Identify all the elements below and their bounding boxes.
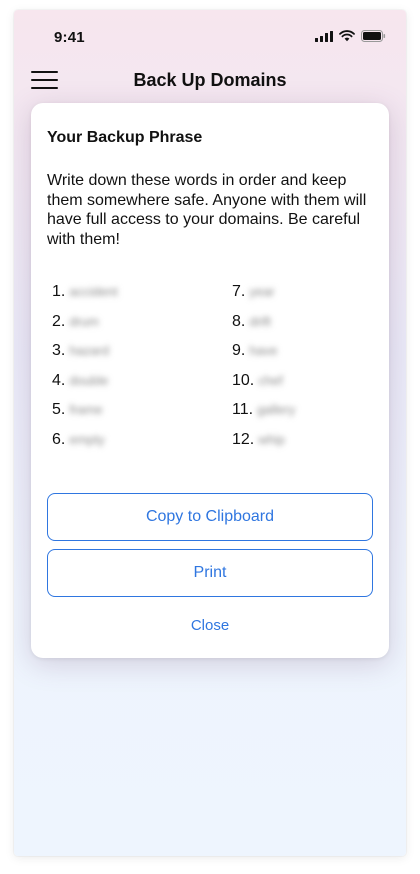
word-number: 5. bbox=[52, 401, 66, 418]
phrase-word: 9. have bbox=[232, 342, 295, 372]
word-number: 4. bbox=[52, 371, 66, 389]
close-link[interactable]: Close bbox=[31, 617, 389, 634]
word-column-right: 7. year 8. drift 9. have 10. chef 11. gallery… bbox=[232, 283, 295, 460]
modal-description: Write down these words in order and keep… bbox=[47, 172, 367, 248]
phrase-word: 6. empty bbox=[52, 431, 118, 461]
word-value: drum bbox=[69, 313, 99, 329]
word-number: 6. bbox=[52, 430, 66, 448]
word-value: double bbox=[69, 372, 109, 388]
nav-bar: Back Up Domains bbox=[14, 68, 406, 98]
word-value: frame bbox=[69, 402, 103, 417]
word-value: have bbox=[249, 343, 278, 358]
modal-title: Your Backup Phrase bbox=[47, 129, 203, 146]
wifi-icon bbox=[339, 30, 355, 42]
battery-icon bbox=[361, 30, 386, 42]
word-value: hazard bbox=[69, 343, 110, 358]
phrase-word: 10. chef bbox=[232, 372, 295, 402]
cellular-signal-icon bbox=[315, 30, 333, 42]
word-number: 10. bbox=[232, 371, 255, 389]
backup-phrase-modal: Your Backup Phrase Write down these word… bbox=[31, 103, 389, 658]
phrase-word: 12. whip bbox=[232, 431, 295, 461]
word-number: 12. bbox=[232, 430, 255, 448]
word-number: 11. bbox=[232, 401, 254, 418]
word-value: year bbox=[249, 284, 275, 299]
word-number: 3. bbox=[52, 342, 66, 359]
word-value: chef bbox=[258, 372, 283, 388]
word-number: 2. bbox=[52, 312, 66, 330]
word-column-left: 1. accident 2. drum 3. hazard 4. double 5. fr… bbox=[52, 283, 118, 460]
status-time: 9:41 bbox=[54, 29, 85, 46]
page-title: Back Up Domains bbox=[133, 70, 287, 90]
phrase-word: 1. accident bbox=[52, 283, 118, 313]
status-icons bbox=[315, 30, 386, 42]
word-number: 1. bbox=[52, 283, 66, 300]
phrase-word: 2. drum bbox=[52, 313, 118, 343]
word-value: drift bbox=[249, 313, 272, 329]
status-bar: 9:41 bbox=[14, 10, 406, 62]
phrase-word: 7. year bbox=[232, 283, 295, 313]
phrase-word: 4. double bbox=[52, 372, 118, 402]
word-number: 9. bbox=[232, 342, 246, 359]
copy-to-clipboard-button[interactable]: Copy to Clipboard bbox=[47, 493, 373, 541]
word-number: 8. bbox=[232, 312, 246, 330]
phone-screen: 9:41 Back Up Domains Your Backup Phrase … bbox=[14, 10, 406, 856]
phrase-word: 11. gallery bbox=[232, 401, 295, 431]
word-number: 7. bbox=[232, 283, 246, 300]
print-button[interactable]: Print bbox=[47, 549, 373, 597]
word-value: gallery bbox=[257, 402, 296, 417]
word-value: accident bbox=[69, 284, 118, 299]
word-value: whip bbox=[258, 431, 285, 447]
phrase-word: 5. frame bbox=[52, 401, 118, 431]
word-value: empty bbox=[69, 431, 105, 447]
phrase-word: 8. drift bbox=[232, 313, 295, 343]
phrase-word: 3. hazard bbox=[52, 342, 118, 372]
